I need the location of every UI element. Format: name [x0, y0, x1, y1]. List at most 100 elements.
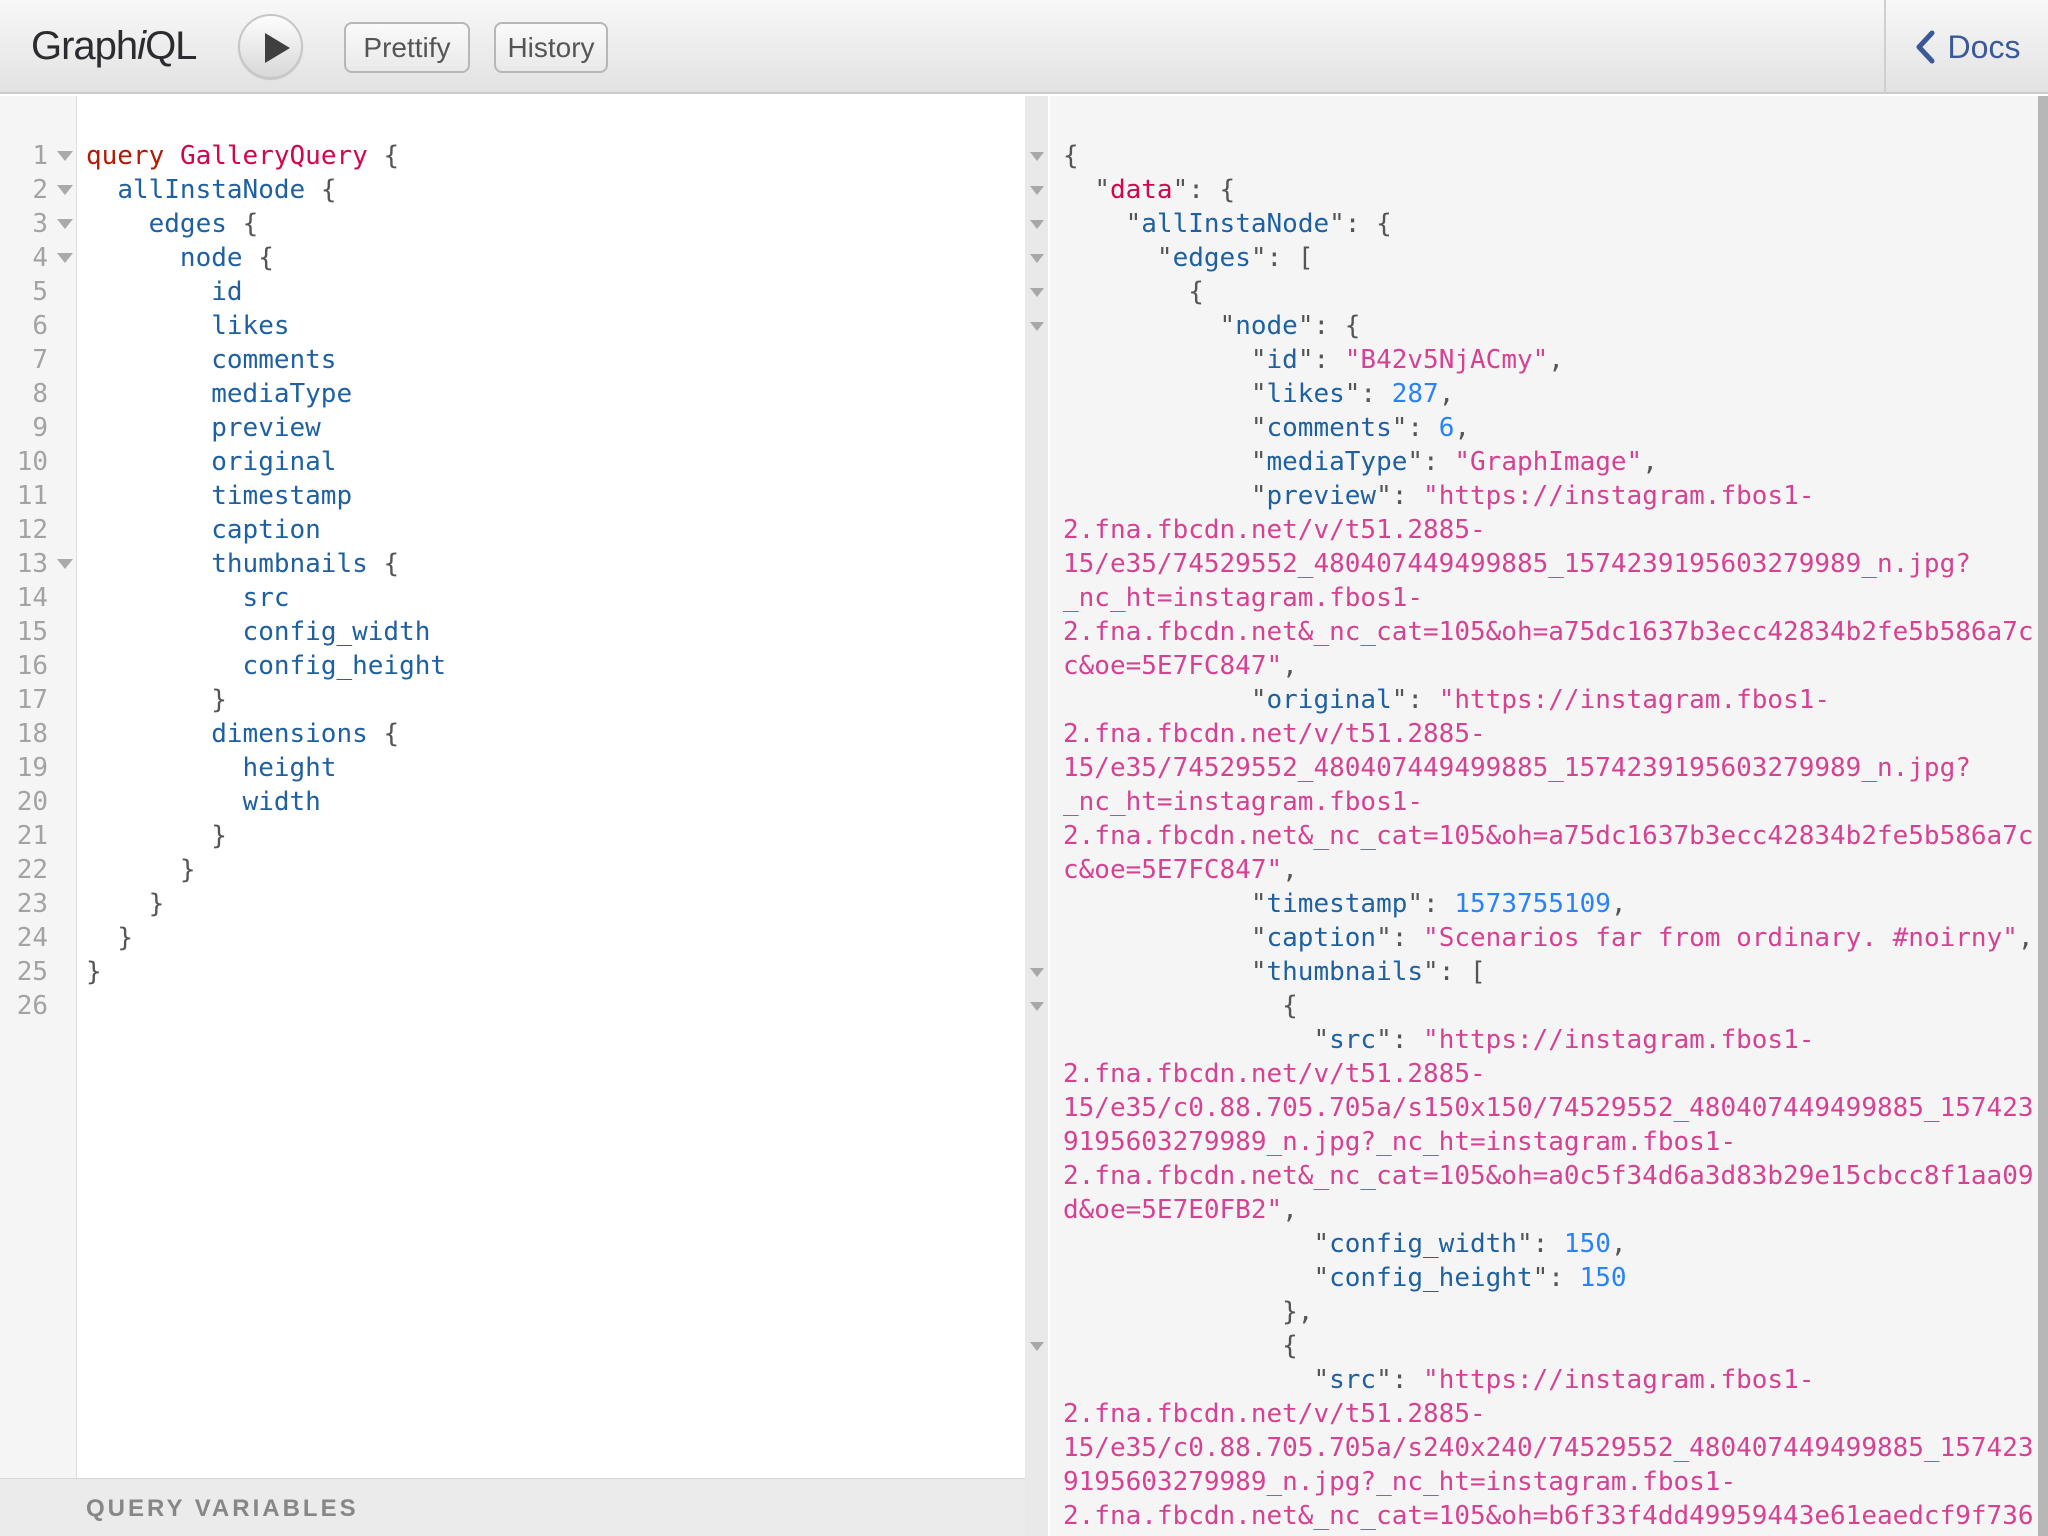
result-row: "config_height": 150 — [1063, 1261, 2048, 1295]
line-number: 15 — [0, 617, 48, 647]
line-number: 16 — [0, 651, 48, 681]
fold-arrow-icon[interactable] — [1030, 1342, 1044, 1351]
code-line: dimensions { — [86, 717, 1025, 751]
code-line: preview — [86, 411, 1025, 445]
result-gutter-row — [1025, 581, 1048, 615]
line-number: 9 — [0, 413, 48, 443]
fold-arrow-icon[interactable] — [1030, 152, 1044, 161]
line-number: 25 — [0, 957, 48, 987]
code-line: } — [86, 853, 1025, 887]
result-row: "thumbnails": [ — [1063, 955, 2048, 989]
result-row: c&oe=5E7FC847", — [1063, 649, 2048, 683]
result-row: 2.fna.fbcdn.net&_nc_cat=105&oh=a75dc1637… — [1063, 615, 2048, 649]
line-number: 11 — [0, 481, 48, 511]
fold-arrow-icon[interactable] — [1030, 1002, 1044, 1011]
editor-line-number-gutter: 1234567891011121314151617181920212223242… — [0, 96, 77, 1536]
result-row: _nc_ht=instagram.fbos1- — [1063, 785, 2048, 819]
result-row: "src": "https://instagram.fbos1- — [1063, 1023, 2048, 1057]
result-gutter-row — [1025, 377, 1048, 411]
result-row: "mediaType": "GraphImage", — [1063, 445, 2048, 479]
code-line: config_width — [86, 615, 1025, 649]
docs-toggle[interactable]: Docs — [1884, 0, 2048, 94]
fold-arrow-icon[interactable] — [1030, 288, 1044, 297]
result-row: "node": { — [1063, 309, 2048, 343]
result-row: }, — [1063, 1295, 2048, 1329]
gutter-row: 20 — [0, 785, 76, 819]
gutter-row: 19 — [0, 751, 76, 785]
result-row: 15/e35/c0.88.705.705a/s240x240/74529552_… — [1063, 1431, 2048, 1465]
fold-arrow-icon[interactable] — [1030, 220, 1044, 229]
result-gutter-row — [1025, 1159, 1048, 1193]
result-gutter-row — [1025, 1261, 1048, 1295]
result-gutter-row — [1025, 1193, 1048, 1227]
result-viewer[interactable]: { "data": { "allInstaNode": { "edges": [… — [1052, 96, 2048, 1536]
code-line — [86, 989, 1025, 1023]
result-gutter-row — [1025, 547, 1048, 581]
result-gutter-row — [1025, 1431, 1048, 1465]
result-row: _nc_ht=instagram.fbos1- — [1063, 581, 2048, 615]
result-gutter-row — [1025, 309, 1048, 343]
fold-arrow-icon[interactable] — [1030, 322, 1044, 331]
execute-query-button[interactable] — [238, 14, 303, 79]
gutter-row: 18 — [0, 717, 76, 751]
gutter-row: 2 — [0, 173, 76, 207]
gutter-row: 14 — [0, 581, 76, 615]
query-editor[interactable]: query GalleryQuery { allInstaNode { edge… — [78, 96, 1025, 1478]
query-variables-header[interactable]: QUERY VARIABLES — [0, 1478, 1025, 1536]
line-number: 24 — [0, 923, 48, 953]
line-number: 5 — [0, 277, 48, 307]
result-row: "allInstaNode": { — [1063, 207, 2048, 241]
result-gutter-row — [1025, 955, 1048, 989]
prettify-button[interactable]: Prettify — [344, 22, 470, 73]
result-gutter-row — [1025, 1057, 1048, 1091]
fold-arrow-icon[interactable] — [57, 151, 73, 161]
result-row: 2.fna.fbcdn.net&_nc_cat=105&oh=b6f33f4dd… — [1063, 1499, 2048, 1533]
result-gutter-row — [1025, 989, 1048, 1023]
code-line: timestamp — [86, 479, 1025, 513]
line-number: 23 — [0, 889, 48, 919]
fold-arrow-icon[interactable] — [1030, 186, 1044, 195]
chevron-left-icon — [1914, 29, 1936, 65]
line-number: 26 — [0, 991, 48, 1021]
result-row: 2.fna.fbcdn.net/v/t51.2885- — [1063, 513, 2048, 547]
code-line: original — [86, 445, 1025, 479]
code-line: } — [86, 955, 1025, 989]
result-gutter-row — [1025, 819, 1048, 853]
result-row: d&oe=5E7E0FB2", — [1063, 1193, 2048, 1227]
fold-arrow-icon[interactable] — [57, 185, 73, 195]
fold-arrow-icon[interactable] — [57, 253, 73, 263]
result-row: 9195603279989_n.jpg?_nc_ht=instagram.fbo… — [1063, 1465, 2048, 1499]
result-gutter-row — [1025, 173, 1048, 207]
gutter-row: 16 — [0, 649, 76, 683]
result-gutter-row — [1025, 1227, 1048, 1261]
toolbar: GraphiQL Prettify History Docs — [0, 0, 2048, 94]
fold-arrow-icon[interactable] — [1030, 968, 1044, 977]
gutter-row: 12 — [0, 513, 76, 547]
result-row: 15/e35/74529552_480407449499885_15742391… — [1063, 547, 2048, 581]
result-row: c&oe=5E7FC847", — [1063, 853, 2048, 887]
fold-arrow-icon[interactable] — [57, 559, 73, 569]
result-row: "comments": 6, — [1063, 411, 2048, 445]
code-line: } — [86, 921, 1025, 955]
code-line: } — [86, 819, 1025, 853]
result-scrollbar[interactable] — [2038, 96, 2048, 1536]
code-line: comments — [86, 343, 1025, 377]
code-line: allInstaNode { — [86, 173, 1025, 207]
fold-arrow-icon[interactable] — [1030, 254, 1044, 263]
play-icon — [265, 33, 290, 63]
result-row: 2.fna.fbcdn.net/v/t51.2885- — [1063, 1397, 2048, 1431]
line-number: 21 — [0, 821, 48, 851]
fold-arrow-icon[interactable] — [57, 219, 73, 229]
gutter-row: 8 — [0, 377, 76, 411]
result-row: { — [1063, 139, 2048, 173]
line-number: 18 — [0, 719, 48, 749]
result-row: 2.fna.fbcdn.net&_nc_cat=105&oh=a0c5f34d6… — [1063, 1159, 2048, 1193]
result-row: "src": "https://instagram.fbos1- — [1063, 1363, 2048, 1397]
result-gutter-row — [1025, 1363, 1048, 1397]
gutter-row: 23 — [0, 887, 76, 921]
result-gutter-row — [1025, 717, 1048, 751]
history-button[interactable]: History — [494, 22, 608, 73]
result-row: 2.fna.fbcdn.net/v/t51.2885- — [1063, 717, 2048, 751]
result-row: "preview": "https://instagram.fbos1- — [1063, 479, 2048, 513]
result-gutter-row — [1025, 921, 1048, 955]
